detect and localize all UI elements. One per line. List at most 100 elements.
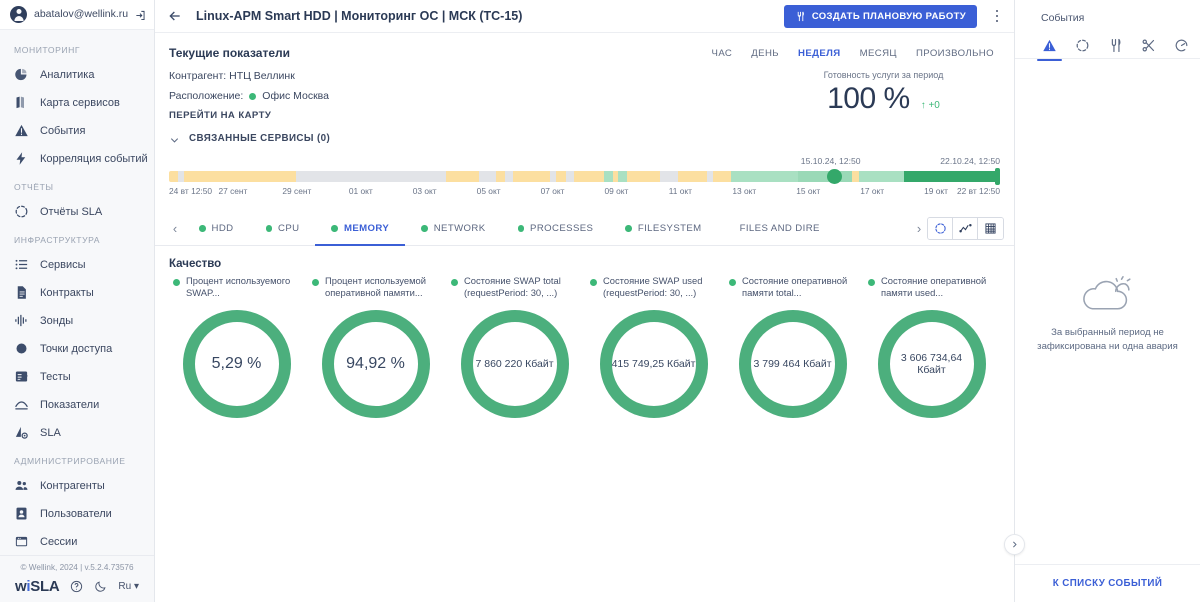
gauge-name: Состояние оперативной памяти total...	[742, 275, 848, 298]
gauge-card[interactable]: Состояние оперативной памяти used... 3 60…	[862, 275, 1001, 423]
chevron-left-icon[interactable]: ‹	[167, 221, 183, 236]
status-dot-icon	[199, 225, 206, 232]
dashed-circle-icon	[14, 204, 29, 219]
sidebar-item-label: Аналитика	[40, 68, 95, 81]
sidebar-item-3-g4[interactable]: Сессии	[0, 528, 154, 555]
sidebar-item-1-g1[interactable]: Аналитика	[0, 61, 154, 89]
events-empty-state: За выбранный период не зафиксирована ни …	[1015, 58, 1200, 564]
timeline-tick: 29 сент	[282, 186, 312, 196]
chart-icon	[14, 397, 29, 412]
timeline-segment	[183, 171, 297, 182]
gauge-name: Процент используемой оперативной памяти.…	[325, 275, 426, 298]
sidebar-item-2-g1[interactable]: Карта сервисов	[0, 89, 154, 117]
timeline-start-handle[interactable]	[826, 169, 842, 184]
back-arrow-icon[interactable]	[167, 8, 183, 24]
metric-tab[interactable]: HDD	[183, 212, 250, 246]
sidebar-item-5-g3[interactable]: Тесты	[0, 363, 154, 391]
period-option[interactable]: ЧАС	[712, 48, 733, 59]
sidebar-item-1-g4[interactable]: Контрагенты	[0, 472, 154, 500]
metric-tab[interactable]: PROCESSES	[502, 212, 610, 246]
gauge-card[interactable]: Процент используемой оперативной памяти.…	[306, 275, 445, 423]
period-option[interactable]: НЕДЕЛЯ	[798, 48, 841, 59]
timeline-tick: 19 окт	[924, 186, 949, 196]
logout-icon[interactable]	[135, 7, 146, 21]
sidebar-item-1-g3[interactable]: Сервисы	[0, 251, 154, 279]
events-panel-tab[interactable]	[1099, 31, 1132, 59]
gauge-card[interactable]: Состояние SWAP total (requestPeriod: 30,…	[445, 275, 584, 423]
metric-tab[interactable]: NETWORK	[405, 212, 501, 246]
events-panel-footer: К СПИСКУ СОБЫТИЙ	[1015, 564, 1200, 602]
sidebar-item-label: Контракты	[40, 286, 94, 299]
events-panel-tab[interactable]	[1033, 31, 1066, 61]
sidebar-item-label: Карта сервисов	[40, 96, 120, 109]
view-table-button[interactable]	[978, 218, 1003, 239]
metric-tab[interactable]: MEMORY	[315, 212, 405, 246]
sidebar-item-2-g3[interactable]: Контракты	[0, 279, 154, 307]
gauge-name: Состояние SWAP total (requestPeriod: 30,…	[464, 275, 561, 298]
period-option[interactable]: ПРОИЗВОЛЬНО	[916, 48, 994, 59]
cloud-icon	[1077, 270, 1139, 314]
status-dot-icon	[868, 279, 875, 286]
timeline-segment	[296, 171, 446, 182]
timeline-bar[interactable]	[169, 168, 1000, 185]
metric-tab-label: FILESYSTEM	[637, 223, 702, 234]
gauge-card[interactable]: Процент используемого SWAP... 5,29 %	[167, 275, 306, 423]
period-option[interactable]: ДЕНЬ	[751, 48, 779, 59]
view-gauge-button[interactable]	[928, 218, 953, 239]
timeline-segment	[706, 171, 714, 182]
metric-tab[interactable]: FILESYSTEM	[609, 212, 717, 246]
timeline-end-handle[interactable]	[995, 168, 1000, 185]
sidebar-user-row[interactable]: abatalov@wellink.ru	[0, 0, 154, 30]
gauge-card[interactable]: Состояние оперативной памяти total... 3 7…	[723, 275, 862, 423]
view-chart-button[interactable]	[953, 218, 978, 239]
moon-icon[interactable]	[94, 580, 107, 593]
sidebar-item-label: Пользователи	[40, 507, 112, 520]
sidebar-item-1-g2[interactable]: Отчёты SLA	[0, 198, 154, 226]
sidebar-item-4-g3[interactable]: Точки доступа	[0, 335, 154, 363]
panel-collapse-button[interactable]	[1004, 534, 1025, 555]
sidebar-item-7-g3[interactable]: SLA	[0, 419, 154, 447]
timeline-captions: 15.10.24, 12:50 22.10.24, 12:50	[169, 156, 1000, 169]
sidebar-item-4-g1[interactable]: Корреляция событий	[0, 145, 154, 173]
go-to-events-list-link[interactable]: К СПИСКУ СОБЫТИЙ	[1053, 578, 1163, 589]
status-dot-icon	[625, 225, 632, 232]
status-dot-icon	[590, 279, 597, 286]
metric-tab-label: PROCESSES	[530, 223, 594, 234]
sidebar-item-3-g1[interactable]: События	[0, 117, 154, 145]
events-panel-tab[interactable]	[1066, 31, 1099, 59]
sidebar-item-6-g3[interactable]: Показатели	[0, 391, 154, 419]
timeline-tick: 01 окт	[348, 186, 373, 196]
sidebar-item-3-g3[interactable]: Зонды	[0, 307, 154, 335]
kebab-menu-icon[interactable]	[990, 8, 1004, 24]
scissors-icon	[1141, 38, 1156, 53]
timeline-segment	[858, 171, 905, 182]
timeline-segment	[713, 171, 732, 182]
sidebar-item-label: Показатели	[40, 398, 100, 411]
status-dot-icon	[729, 279, 736, 286]
timeline-segment	[660, 171, 679, 182]
metric-tab[interactable]: FILES AND DIRE	[718, 212, 822, 246]
people-icon	[14, 478, 29, 493]
period-option[interactable]: МЕСЯЦ	[860, 48, 897, 59]
question-circle-icon[interactable]	[70, 580, 83, 593]
availability-label: Готовность услуги за период	[823, 70, 944, 80]
gauge-value: 3 799 464 Кбайт	[753, 358, 832, 370]
sidebar-item-2-g4[interactable]: Пользователи	[0, 500, 154, 528]
timeline-tick: 11 окт	[668, 186, 693, 196]
go-to-map-link[interactable]: ПЕРЕЙТИ НА КАРТУ	[169, 110, 789, 121]
timeline-tick: 13 окт	[732, 186, 757, 196]
gauge-ring: 415 749,25 Кбайт	[595, 305, 713, 423]
gauge-card[interactable]: Состояние SWAP used (requestPeriod: 30, …	[584, 275, 723, 423]
chevron-right-icon[interactable]: ›	[911, 221, 927, 236]
events-panel-tab[interactable]	[1132, 31, 1165, 59]
create-planned-work-button[interactable]: СОЗДАТЬ ПЛАНОВУЮ РАБОТУ	[783, 4, 977, 28]
linked-services-toggle[interactable]: СВЯЗАННЫЕ СЕРВИСЫ (0)	[155, 121, 1014, 144]
metric-tab[interactable]: CPU	[250, 212, 316, 246]
events-panel-tab[interactable]	[1165, 31, 1198, 59]
language-selector[interactable]: Ru ▾	[118, 581, 139, 592]
sidebar-item-label: SLA	[40, 426, 61, 439]
warning-triangle-icon	[1042, 38, 1057, 53]
timeline-tick: 03 окт	[412, 186, 437, 196]
sidebar-item-label: Корреляция событий	[40, 152, 148, 165]
gauge-value-wrap: 3 799 464 Кбайт	[734, 305, 852, 423]
